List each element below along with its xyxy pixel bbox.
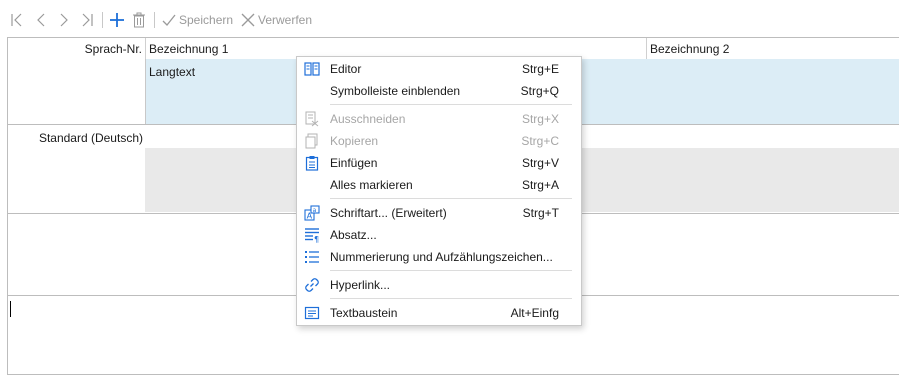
checkmark-icon [161,12,177,28]
text-block-icon [304,305,320,321]
menu-item-shortcut: Strg+A [521,178,559,192]
paragraph-icon: ¶ [304,227,320,243]
text-caret [10,301,11,317]
delete-record-button[interactable] [132,11,146,29]
column-header-language-number[interactable]: Sprach-Nr. [8,38,145,59]
menu-separator [330,298,572,299]
menu-item-shortcut: Alt+Einfg [510,306,559,320]
save-button[interactable]: Speichern [161,11,233,29]
menu-item-label: Textbaustein [330,306,398,320]
menu-item-label: Ausschneiden [330,112,406,126]
list-icon [304,249,320,265]
last-record-button[interactable] [80,11,94,29]
menu-item-paste[interactable]: Einfügen Strg+V [297,152,581,174]
cell-label: Langtext [149,65,196,79]
menu-item-label: Einfügen [330,156,378,170]
add-record-button[interactable] [109,11,125,29]
menu-item-paragraph[interactable]: ¶ Absatz... [297,224,581,246]
menu-item-show-toolbar[interactable]: Symbolleiste einblenden Strg+Q [297,80,581,102]
menu-separator [330,198,572,199]
trash-icon [132,12,146,28]
previous-icon [35,12,47,28]
close-icon [240,12,256,28]
editor-icon [304,61,320,77]
link-icon [304,277,320,293]
menu-item-text-block[interactable]: Textbaustein Alt+Einfg [297,302,581,324]
toolbar-divider [102,12,103,28]
cut-icon [304,111,320,127]
menu-item-label: Hyperlink... [330,278,391,292]
first-record-icon [10,12,24,28]
menu-item-editor[interactable]: Editor Strg+E [297,58,581,80]
svg-text:¶: ¶ [314,235,319,243]
last-record-icon [80,12,94,28]
menu-item-hyperlink[interactable]: Hyperlink... [297,274,581,296]
column-header-bezeichnung-2[interactable]: Bezeichnung 2 [646,38,899,59]
menu-item-label: Absatz... [330,228,377,242]
row-header[interactable] [8,59,145,124]
menu-separator [330,270,572,271]
previous-record-button[interactable] [35,11,47,29]
menu-item-copy[interactable]: Kopieren Strg+C [297,130,581,152]
toolbar-divider [154,12,155,28]
next-icon [58,12,70,28]
menu-item-font[interactable]: Aa Schriftart... (Erweitert) Strg+T [297,202,581,224]
menu-item-shortcut: Strg+Q [520,84,559,98]
copy-icon [304,133,320,149]
plus-icon [109,12,125,28]
menu-item-shortcut: Strg+V [521,156,559,170]
row-header-standard[interactable]: Standard (Deutsch) [8,126,145,148]
discard-label: Verwerfen [258,13,313,27]
discard-button[interactable]: Verwerfen [240,11,312,29]
menu-item-label: Symbolleiste einblenden [330,84,461,98]
menu-item-label: Schriftart... (Erweitert) [330,206,447,220]
menu-item-shortcut: Strg+X [521,112,559,126]
svg-text:a: a [313,207,317,214]
menu-item-numbering-bullets[interactable]: Nummerierung und Aufzählungszeichen... [297,246,581,268]
paste-icon [304,155,320,171]
context-menu: Editor Strg+E Symbolleiste einblenden St… [296,56,582,326]
menu-item-label: Nummerierung und Aufzählungszeichen... [330,250,553,264]
menu-item-shortcut: Strg+T [522,206,559,220]
toolbar: Speichern Verwerfen [0,0,899,38]
menu-separator [330,104,572,105]
font-icon: Aa [304,205,320,221]
menu-item-label: Editor [330,62,362,76]
save-label: Speichern [179,13,234,27]
menu-item-cut[interactable]: Ausschneiden Strg+X [297,108,581,130]
menu-item-label: Alles markieren [330,178,413,192]
menu-item-select-all[interactable]: Alles markieren Strg+A [297,174,581,196]
menu-item-shortcut: Strg+C [521,134,559,148]
menu-item-label: Kopieren [330,134,379,148]
first-record-button[interactable] [10,11,24,29]
menu-item-shortcut: Strg+E [521,62,559,76]
next-record-button[interactable] [58,11,70,29]
